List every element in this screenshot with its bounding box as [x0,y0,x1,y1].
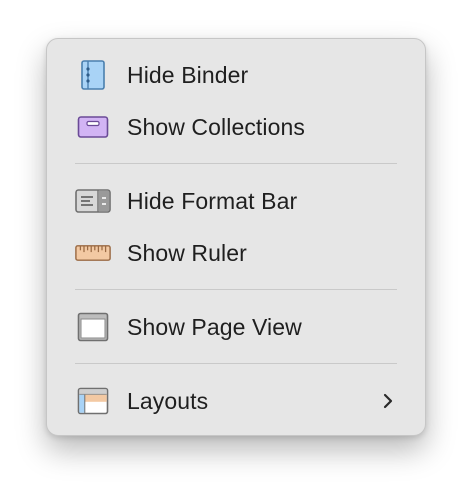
menu-item-label: Layouts [127,387,209,414]
menu-item-layouts[interactable]: Layouts [47,379,425,423]
menu-item-label: Show Collections [127,113,306,140]
menu-item-show-ruler[interactable]: Show Ruler [47,231,425,275]
menu-separator [75,163,397,164]
collections-icon [75,113,111,141]
page-view-icon [75,312,111,342]
ruler-icon [75,239,111,267]
menu-item-show-collections[interactable]: Show Collections [47,105,425,149]
context-menu: Hide Binder Show Collections Hide Format… [46,38,426,436]
menu-item-hide-format-bar[interactable]: Hide Format Bar [47,179,425,223]
chevron-right-icon [381,392,395,410]
binder-icon [75,60,111,90]
menu-item-hide-binder[interactable]: Hide Binder [47,53,425,97]
menu-item-label: Show Ruler [127,239,247,266]
menu-separator [75,363,397,364]
menu-item-label: Show Page View [127,313,302,340]
format-bar-icon [75,187,111,215]
menu-item-show-page-view[interactable]: Show Page View [47,305,425,349]
menu-separator [75,289,397,290]
menu-item-label: Hide Binder [127,61,249,88]
menu-item-label: Hide Format Bar [127,187,298,214]
layouts-icon [75,387,111,415]
